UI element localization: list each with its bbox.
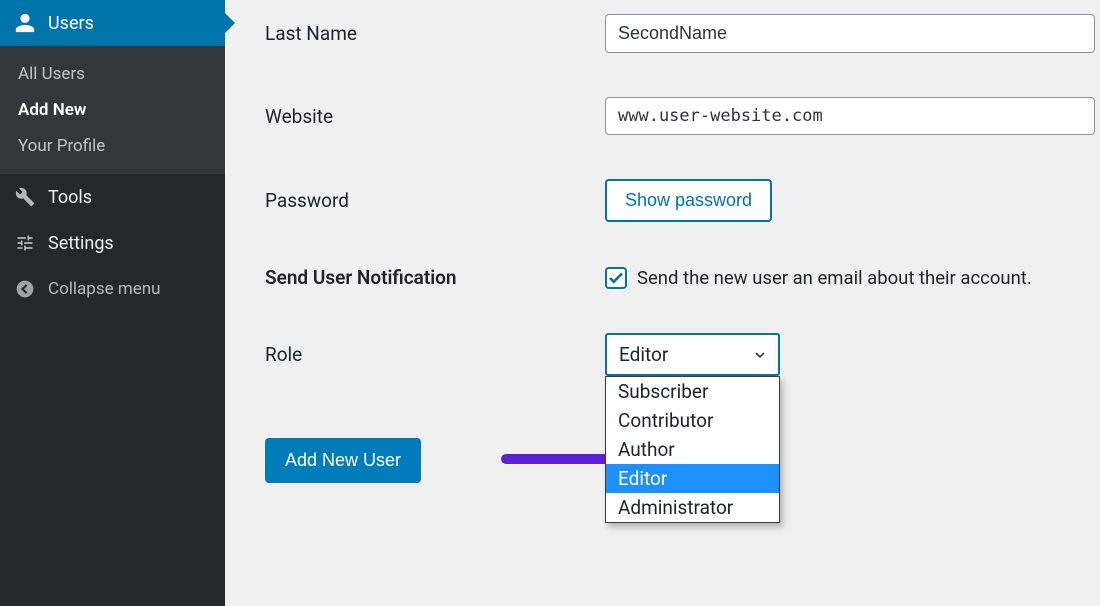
- role-option-editor[interactable]: Editor: [606, 464, 779, 493]
- role-row: Role Editor Subscriber Contributor Autho…: [265, 333, 1100, 376]
- sidebar-item-users[interactable]: Users: [0, 0, 225, 46]
- user-icon: [14, 12, 36, 34]
- admin-sidebar: Users All Users Add New Your Profile Too…: [0, 0, 225, 606]
- chevron-down-icon: [752, 347, 768, 363]
- last-name-input[interactable]: [605, 14, 1095, 53]
- password-label: Password: [265, 189, 605, 212]
- sidebar-item-all-users[interactable]: All Users: [0, 56, 225, 92]
- sidebar-item-tools[interactable]: Tools: [0, 174, 225, 220]
- role-label: Role: [265, 343, 605, 366]
- last-name-row: Last Name: [265, 14, 1100, 53]
- role-option-contributor[interactable]: Contributor: [606, 406, 779, 435]
- website-label: Website: [265, 105, 605, 128]
- sliders-icon: [14, 232, 36, 254]
- role-select-box[interactable]: Editor: [605, 333, 780, 376]
- role-selected-value: Editor: [619, 343, 668, 366]
- users-submenu: All Users Add New Your Profile: [0, 46, 225, 174]
- notification-checkbox[interactable]: [605, 267, 627, 289]
- sidebar-item-label: Settings: [48, 233, 114, 254]
- collapse-label: Collapse menu: [48, 279, 161, 299]
- collapse-icon: [14, 278, 36, 300]
- sidebar-item-label: Users: [48, 13, 94, 34]
- sidebar-item-label: Tools: [48, 187, 92, 208]
- website-input[interactable]: [605, 97, 1095, 135]
- role-option-administrator[interactable]: Administrator: [606, 493, 779, 522]
- role-option-author[interactable]: Author: [606, 435, 779, 464]
- sidebar-item-settings[interactable]: Settings: [0, 220, 225, 266]
- notification-label: Send User Notification: [265, 266, 605, 289]
- last-name-label: Last Name: [265, 22, 605, 45]
- sidebar-item-your-profile[interactable]: Your Profile: [0, 128, 225, 164]
- role-select[interactable]: Editor Subscriber Contributor Author Edi…: [605, 333, 780, 376]
- add-new-user-button[interactable]: Add New User: [265, 438, 421, 483]
- wrench-icon: [14, 186, 36, 208]
- collapse-menu[interactable]: Collapse menu: [0, 266, 225, 312]
- check-icon: [607, 269, 625, 287]
- website-row: Website: [265, 97, 1100, 135]
- show-password-button[interactable]: Show password: [605, 179, 772, 222]
- notification-row: Send User Notification Send the new user…: [265, 266, 1100, 289]
- main-content: Last Name Website Password Show password…: [225, 0, 1100, 606]
- role-option-subscriber[interactable]: Subscriber: [606, 377, 779, 406]
- sidebar-item-add-new[interactable]: Add New: [0, 92, 225, 128]
- password-row: Password Show password: [265, 179, 1100, 222]
- notification-checkbox-label: Send the new user an email about their a…: [637, 267, 1032, 289]
- role-dropdown: Subscriber Contributor Author Editor Adm…: [605, 376, 780, 523]
